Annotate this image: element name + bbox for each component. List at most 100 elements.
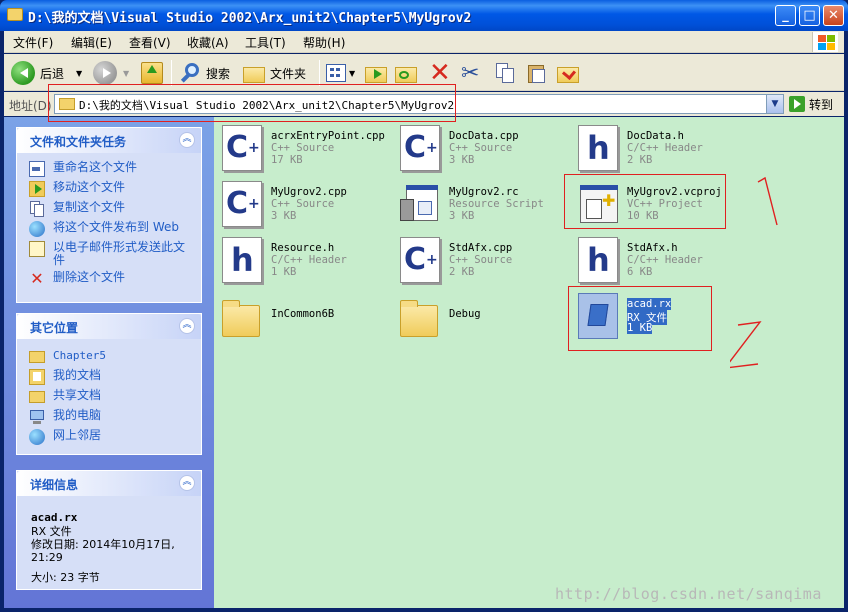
details-header[interactable]: 详细信息 ︽ (17, 471, 201, 496)
file-name: acrxEntryPoint.cpp (271, 130, 385, 142)
file-item[interactable]: MyUgrov2.rc Resource Script 3 KB (396, 177, 566, 231)
collapse-chevron-icon[interactable]: ︽ (179, 132, 195, 148)
cut-button[interactable]: ✂ (461, 60, 479, 86)
details-title: 详细信息 (30, 478, 79, 492)
shared-documents-icon (29, 391, 45, 403)
minimize-button[interactable]: _ (775, 5, 796, 26)
undo-button[interactable] (557, 60, 579, 86)
forward-dropdown-icon[interactable]: ▼ (123, 69, 129, 78)
delete-button[interactable]: ✕ (429, 60, 451, 86)
file-type: C++ Source (271, 198, 335, 210)
file-item[interactable]: h Resource.h C/C++ Header 1 KB (218, 233, 388, 287)
network-places-icon (29, 429, 45, 445)
cut-icon: ✂ (461, 60, 480, 86)
file-type: C++ Source (449, 142, 513, 154)
folders-button[interactable]: 文件夹 (243, 60, 306, 86)
task-delete[interactable]: ✕ 删除这个文件 (29, 271, 125, 287)
forward-arrow-icon (93, 61, 117, 85)
back-label: 后退 (40, 66, 65, 81)
publish-web-icon (29, 221, 45, 237)
back-dropdown-icon[interactable]: ▼ (76, 69, 82, 78)
folder-icon (29, 351, 45, 363)
paste-button[interactable] (526, 60, 548, 86)
file-size: 1 KB (271, 266, 297, 278)
place-label: 我的电脑 (53, 408, 102, 422)
undo-icon (557, 65, 579, 83)
file-type: C++ Source (449, 254, 513, 266)
place-chapter5[interactable]: Chapter5 (29, 349, 106, 363)
copy-button[interactable] (494, 60, 516, 86)
paste-icon (526, 62, 548, 84)
details-size: 大小: 23 字节 (31, 571, 100, 584)
close-button[interactable]: ✕ (823, 5, 844, 26)
other-places-header[interactable]: 其它位置 ︽ (17, 314, 201, 339)
menu-help[interactable]: 帮助(H) (303, 34, 345, 51)
folder-icon (400, 293, 440, 339)
place-my-documents[interactable]: 我的文档 (29, 369, 101, 385)
task-copy[interactable]: 复制这个文件 (29, 201, 125, 217)
search-button[interactable]: 搜索 (179, 60, 230, 86)
file-type: C/C++ Header (627, 254, 703, 266)
place-my-computer[interactable]: 我的电脑 (29, 409, 101, 425)
header-file-icon: h (578, 237, 618, 283)
place-label: 网上邻居 (53, 428, 102, 442)
task-move[interactable]: 移动这个文件 (29, 181, 125, 197)
annotation-marks: 1 2 (730, 176, 778, 369)
title-bar: D:\我的文档\Visual Studio 2002\Arx_unit2\Cha… (0, 0, 848, 31)
views-icon (326, 64, 346, 82)
my-computer-icon (29, 409, 45, 425)
views-button[interactable]: ▼ (326, 60, 355, 86)
file-item[interactable]: h DocData.h C/C++ Header 2 KB (574, 121, 744, 175)
windows-logo-icon (812, 32, 838, 52)
menu-favorites[interactable]: 收藏(A) (187, 34, 229, 51)
copy-to-button[interactable] (395, 60, 417, 86)
window-title: D:\我的文档\Visual Studio 2002\Arx_unit2\Cha… (28, 11, 472, 26)
address-dropdown-icon[interactable]: ▼ (766, 95, 783, 113)
delete-icon: ✕ (30, 269, 44, 288)
my-documents-icon (29, 369, 45, 385)
address-highlight-box (48, 84, 456, 122)
move-icon (29, 181, 45, 197)
move-to-button[interactable] (365, 60, 387, 86)
collapse-chevron-icon[interactable]: ︽ (179, 318, 195, 334)
forward-button[interactable]: ▼ (93, 60, 129, 86)
header-file-icon: h (578, 125, 618, 171)
task-publish-web[interactable]: 将这个文件发布到 Web (29, 221, 179, 237)
file-name: MyUgrov2.rc (449, 186, 519, 198)
task-label: 将这个文件发布到 Web (53, 220, 179, 234)
folder-item[interactable]: InCommon6B (218, 289, 388, 343)
folder-item[interactable]: Debug (396, 289, 566, 343)
resource-script-icon (400, 181, 440, 227)
maximize-button[interactable]: □ (799, 5, 820, 26)
place-shared-documents[interactable]: 共享文档 (29, 389, 101, 403)
go-button[interactable]: 转到 (789, 95, 833, 113)
file-size: 2 KB (627, 154, 653, 166)
file-item[interactable]: C+ MyUgrov2.cpp C++ Source 3 KB (218, 177, 388, 231)
folders-label: 文件夹 (270, 66, 307, 81)
menu-file[interactable]: 文件(F) (13, 34, 53, 51)
folder-icon (222, 293, 262, 339)
task-label: 移动这个文件 (53, 180, 126, 194)
place-network[interactable]: 网上邻居 (29, 429, 101, 445)
place-label: Chapter5 (53, 349, 106, 362)
task-rename[interactable]: 重命名这个文件 (29, 161, 137, 177)
details-modified: 修改日期: 2014年10月17日, 21:29 (31, 538, 175, 564)
file-item[interactable]: C+ StdAfx.cpp C++ Source 2 KB (396, 233, 566, 287)
cpp-file-icon: C+ (400, 237, 440, 283)
file-item[interactable]: C+ DocData.cpp C++ Source 3 KB (396, 121, 566, 175)
back-button[interactable]: 后退 ▼ (11, 60, 82, 86)
cpp-file-icon: C+ (222, 125, 262, 171)
menu-tools[interactable]: 工具(T) (245, 34, 286, 51)
collapse-chevron-icon[interactable]: ︽ (179, 475, 195, 491)
menu-edit[interactable]: 编辑(E) (71, 34, 112, 51)
address-label: 地址(D) (9, 99, 52, 113)
up-folder-button[interactable] (141, 60, 163, 86)
file-name: DocData.h (627, 130, 684, 142)
menu-view[interactable]: 查看(V) (129, 34, 171, 51)
file-item[interactable]: h StdAfx.h C/C++ Header 6 KB (574, 233, 744, 287)
file-size: 3 KB (449, 210, 475, 222)
up-folder-icon (141, 62, 163, 84)
file-tasks-header[interactable]: 文件和文件夹任务 ︽ (17, 128, 201, 153)
file-item[interactable]: C+ acrxEntryPoint.cpp C++ Source 17 KB (218, 121, 388, 175)
task-email[interactable]: 以电子邮件形式发送此文件 (29, 241, 189, 267)
